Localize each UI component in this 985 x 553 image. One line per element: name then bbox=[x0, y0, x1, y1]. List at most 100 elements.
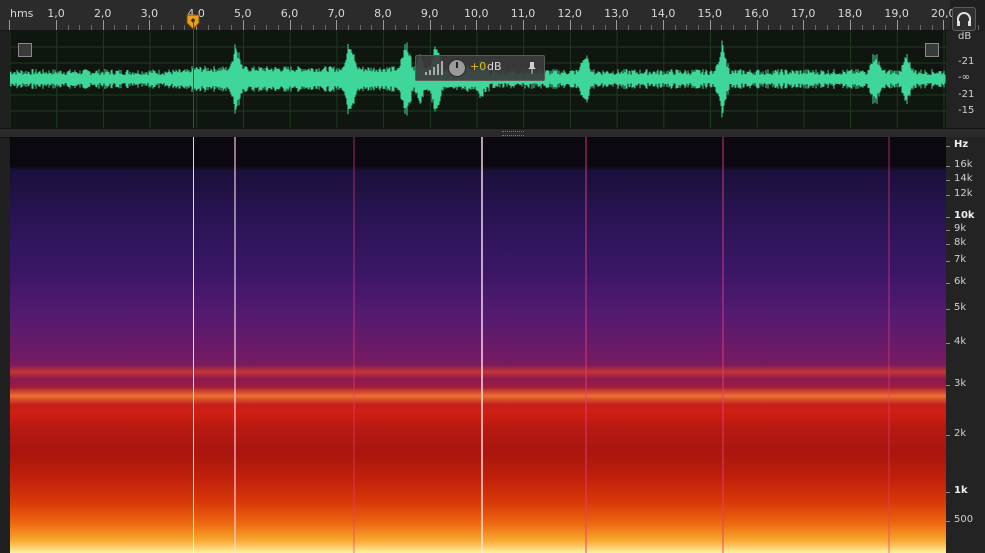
db-label: -21 bbox=[958, 56, 975, 67]
ruler-tick-minor bbox=[67, 25, 69, 30]
hz-tick bbox=[946, 435, 950, 436]
ruler-tick-minor bbox=[324, 25, 326, 30]
spectrogram-top-band bbox=[10, 137, 946, 167]
ruler-tick-minor bbox=[651, 25, 653, 30]
ruler-tick-label: 9,0 bbox=[420, 7, 439, 20]
ruler-tick-minor bbox=[698, 25, 700, 30]
ruler-tick-major bbox=[663, 20, 665, 30]
hz-tick bbox=[946, 521, 950, 522]
ruler-tick-label: 16,0 bbox=[744, 7, 769, 20]
monitor-button[interactable] bbox=[952, 7, 976, 31]
ruler-tick-major bbox=[102, 20, 104, 30]
hz-label: 5k bbox=[954, 302, 967, 313]
ruler-tick-minor bbox=[861, 25, 863, 30]
transient-line bbox=[353, 137, 355, 553]
ruler-tick-label: 14,0 bbox=[650, 7, 676, 20]
db-label: dB bbox=[958, 31, 972, 42]
ruler-tick-minor bbox=[371, 25, 373, 30]
ruler-tick-minor bbox=[919, 25, 921, 30]
hz-tick bbox=[946, 343, 950, 344]
hz-label: 12k bbox=[954, 188, 973, 199]
ruler-tick-minor bbox=[231, 25, 233, 30]
hz-tick bbox=[946, 244, 950, 245]
ruler-tick-minor bbox=[721, 25, 723, 30]
hz-label: 9k bbox=[954, 223, 967, 234]
ruler-tick-major bbox=[382, 20, 384, 30]
ruler-tick-label: 1,0 bbox=[47, 7, 65, 20]
hz-tick bbox=[946, 230, 950, 231]
ruler-tick-minor bbox=[581, 25, 583, 30]
fade-out-handle[interactable] bbox=[925, 43, 939, 57]
ruler-tick-major bbox=[849, 20, 851, 30]
ruler-tick-minor bbox=[499, 25, 501, 30]
ruler-tick-major bbox=[336, 20, 338, 30]
ruler-tick-minor bbox=[546, 25, 548, 30]
hz-label: 7k bbox=[954, 254, 967, 265]
ruler-tick-minor bbox=[884, 25, 886, 30]
gain-hud[interactable]: +0 dB bbox=[415, 55, 545, 81]
ruler-tick-label: 7,0 bbox=[327, 7, 345, 20]
fade-in-handle[interactable] bbox=[18, 43, 32, 57]
ruler-tick-minor bbox=[686, 25, 688, 30]
hz-tick bbox=[946, 492, 950, 493]
hz-tick bbox=[946, 146, 950, 147]
ruler-tick-minor bbox=[558, 25, 560, 30]
ruler-tick-minor bbox=[406, 25, 408, 30]
ruler-tick-label: 17,0 bbox=[790, 7, 816, 20]
ruler-tick-label: 5,0 bbox=[234, 7, 252, 20]
divider-grip[interactable] bbox=[502, 131, 524, 136]
hz-label: 4k bbox=[954, 336, 967, 347]
ruler-tick-major bbox=[476, 20, 478, 30]
ruler-tick-minor bbox=[417, 25, 419, 30]
transient-line bbox=[722, 137, 724, 553]
ruler-tick-minor bbox=[826, 25, 828, 30]
ruler-tick-minor bbox=[266, 25, 268, 30]
ruler-tick-minor bbox=[838, 25, 840, 30]
ruler-tick-label: 18,0 bbox=[837, 7, 863, 20]
db-scale: dB -21 -∞ -21 -15 bbox=[946, 31, 985, 128]
ruler-tick-major bbox=[896, 20, 898, 30]
db-label: -15 bbox=[958, 105, 975, 116]
transient-line bbox=[888, 137, 890, 553]
ruler-tick-major bbox=[616, 20, 618, 30]
ruler-tick-minor bbox=[312, 25, 314, 30]
ruler-tick-minor bbox=[347, 25, 349, 30]
transient-line bbox=[234, 137, 236, 553]
ruler-tick-minor bbox=[301, 25, 303, 30]
formant-band bbox=[10, 387, 946, 405]
ruler-tick-minor bbox=[534, 25, 536, 30]
hz-tick bbox=[946, 261, 950, 262]
pin-icon[interactable] bbox=[526, 61, 538, 75]
ruler-tick-major bbox=[242, 20, 244, 30]
ruler-tick-major bbox=[9, 20, 11, 30]
playhead-line-spectral bbox=[193, 137, 194, 553]
gain-unit: dB bbox=[487, 60, 502, 73]
ruler-tick-minor bbox=[604, 25, 606, 30]
gain-value[interactable]: +0 bbox=[470, 60, 486, 73]
hz-label: 8k bbox=[954, 237, 967, 248]
ruler-tick-minor bbox=[254, 25, 256, 30]
hz-tick bbox=[946, 385, 950, 386]
audio-editor-view: hms 1,0 2,0 3,0 4,0 5,0 6,0 7,0 8,0 9,0 10,0 11,0 1… bbox=[0, 0, 985, 553]
ruler-tick-label: 6,0 bbox=[280, 7, 299, 20]
ruler-tick-major bbox=[943, 20, 945, 30]
ruler-tick-label: 13,0 bbox=[604, 7, 629, 20]
ruler-tick-minor bbox=[441, 25, 443, 30]
hz-tick bbox=[946, 195, 950, 196]
playhead-line[interactable] bbox=[193, 20, 194, 128]
ruler-tick-minor bbox=[768, 25, 770, 30]
gain-knob-icon[interactable] bbox=[448, 59, 466, 77]
time-ruler[interactable]: hms 1,0 2,0 3,0 4,0 5,0 6,0 7,0 8,0 9,0 10,0 11,0 1… bbox=[0, 0, 980, 31]
spectrogram-panel[interactable] bbox=[10, 137, 946, 553]
db-label: -21 bbox=[958, 89, 975, 100]
hz-label: 1k bbox=[954, 485, 968, 496]
ruler-tick-major bbox=[569, 20, 571, 30]
time-unit-label: hms bbox=[10, 7, 34, 20]
ruler-tick-minor bbox=[674, 25, 676, 30]
ruler-tick-minor bbox=[628, 25, 630, 30]
ruler-tick-label: 8,0 bbox=[374, 7, 392, 20]
headphones-icon bbox=[957, 12, 971, 26]
ruler-tick-major bbox=[756, 20, 758, 30]
ruler-tick-major bbox=[429, 20, 431, 30]
ruler-tick-minor bbox=[394, 25, 396, 30]
